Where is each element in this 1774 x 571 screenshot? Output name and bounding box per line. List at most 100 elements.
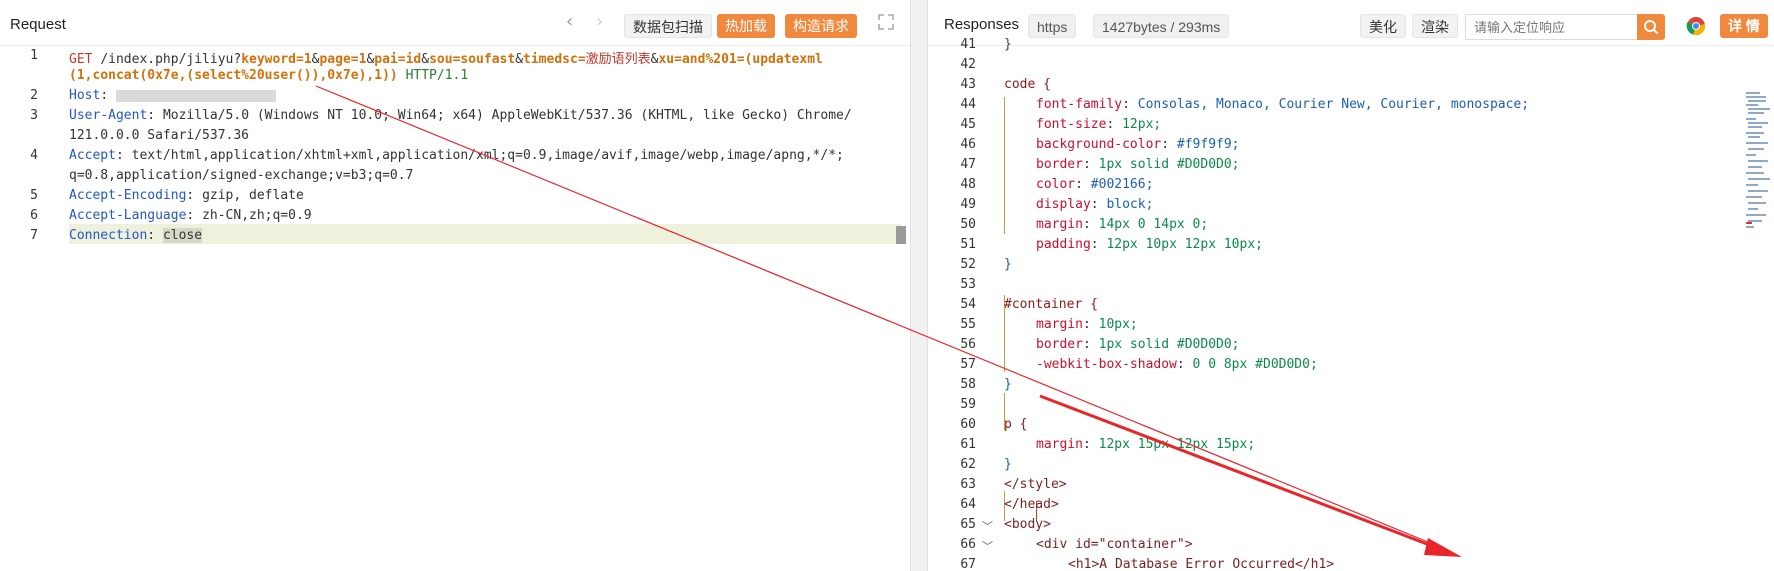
param-value: and%201=(updatexml bbox=[681, 52, 823, 67]
line-number: 5 bbox=[30, 188, 38, 203]
line-number: 4 bbox=[30, 148, 38, 163]
redacted-host bbox=[115, 89, 276, 102]
css-declaration: -webkit-box-shadow: 0 0 8px #D0D0D0; bbox=[1036, 357, 1318, 372]
code-line: <div id="container"> bbox=[1036, 537, 1193, 552]
line-number: 2 bbox=[30, 88, 38, 103]
back-icon[interactable]: ‹ bbox=[566, 13, 573, 31]
line-number: 48 bbox=[960, 177, 976, 192]
line-number: 1 bbox=[30, 48, 38, 63]
line-number: 59 bbox=[960, 397, 976, 412]
fold-chevron-icon[interactable]: ﹀ bbox=[982, 538, 993, 554]
param-key: keyword bbox=[241, 52, 296, 67]
request-line: GET /index.php/jiliyu?keyword=1&page=1&p… bbox=[69, 52, 823, 67]
css-property: color bbox=[1036, 177, 1076, 192]
line-number: 64 bbox=[960, 497, 976, 512]
param-key: pai bbox=[374, 52, 398, 67]
css-declaration: font-family: Consolas, Monaco, Courier N… bbox=[1036, 97, 1530, 112]
css-declaration: font-size: 12px; bbox=[1036, 117, 1162, 132]
line-number: 66 bbox=[960, 537, 976, 552]
css-value: 12px 15px 12px 15px; bbox=[1098, 437, 1256, 452]
code-line: } bbox=[1004, 257, 1012, 272]
header-value: zh-CN,zh;q=0.9 bbox=[202, 208, 312, 223]
pane-splitter[interactable] bbox=[910, 0, 928, 571]
build-request-button[interactable]: 构造请求 bbox=[785, 14, 857, 38]
css-property: background-color bbox=[1036, 137, 1162, 152]
code-minimap[interactable] bbox=[1746, 92, 1770, 252]
line-number: 49 bbox=[960, 197, 976, 212]
css-property: margin bbox=[1036, 317, 1083, 332]
header-value-continued: 121.0.0.0 Safari/537.36 bbox=[69, 128, 250, 143]
response-title: Responses bbox=[944, 16, 1020, 33]
css-property: font-size bbox=[1036, 117, 1107, 132]
css-value: 1px solid #D0D0D0; bbox=[1098, 157, 1240, 172]
header-user-agent: User-Agent: Mozilla/5.0 (Windows NT 10.0… bbox=[69, 108, 852, 123]
line-number: 3 bbox=[30, 108, 38, 123]
line-number: 54 bbox=[960, 297, 976, 312]
param-value: soufast bbox=[460, 52, 516, 67]
css-declaration: padding: 12px 10px 12px 10px; bbox=[1036, 237, 1263, 252]
request-path: /index.php/jiliyu? bbox=[100, 52, 242, 67]
editor-scroll-thumb[interactable] bbox=[896, 226, 906, 244]
header-name: Host bbox=[69, 88, 101, 103]
css-value: Consolas, Monaco, Courier New, Courier, … bbox=[1137, 97, 1530, 112]
line-number: 55 bbox=[960, 317, 976, 332]
beautify-button[interactable]: 美化 bbox=[1360, 14, 1406, 38]
code-line: <body> bbox=[1004, 517, 1051, 532]
css-property: border bbox=[1036, 337, 1083, 352]
css-selector: #container { bbox=[1004, 297, 1098, 312]
css-selector: code { bbox=[1004, 77, 1051, 92]
css-declaration: border: 1px solid #D0D0D0; bbox=[1036, 337, 1240, 352]
expand-icon[interactable] bbox=[878, 14, 894, 30]
css-value: 12px; bbox=[1122, 117, 1162, 132]
search-button[interactable] bbox=[1637, 14, 1665, 40]
request-editor[interactable]: 1 GET /index.php/jiliyu?keyword=1&page=1… bbox=[0, 46, 910, 571]
header-continued: 121.0.0.0 Safari/537.36 bbox=[69, 128, 249, 143]
line-number: 56 bbox=[960, 337, 976, 352]
line-number: 61 bbox=[960, 437, 976, 452]
header-value: Mozilla/5.0 (Windows NT 10.0; Win64; x64… bbox=[162, 108, 852, 123]
http-method: GET bbox=[69, 52, 93, 67]
css-property: font-family bbox=[1036, 97, 1123, 112]
code-line: } bbox=[1004, 377, 1012, 392]
line-number: 47 bbox=[960, 157, 976, 172]
line-number: 46 bbox=[960, 137, 976, 152]
locate-response-input[interactable] bbox=[1465, 14, 1637, 40]
search-icon bbox=[1644, 20, 1659, 35]
detail-button[interactable]: 详 情 bbox=[1720, 14, 1768, 38]
css-declaration: margin: 10px; bbox=[1036, 317, 1138, 332]
header-value: close bbox=[162, 228, 203, 243]
line-number: 52 bbox=[960, 257, 976, 272]
line-number: 63 bbox=[960, 477, 976, 492]
code-line: } bbox=[1004, 37, 1012, 52]
line-number: 53 bbox=[960, 277, 976, 292]
line-number: 65 bbox=[960, 517, 976, 532]
css-value: 0 0 8px #D0D0D0; bbox=[1192, 357, 1318, 372]
render-button[interactable]: 渲染 bbox=[1412, 14, 1458, 38]
line-number: 62 bbox=[960, 457, 976, 472]
header-value-continued: q=0.8,application/signed-exchange;v=b3;q… bbox=[69, 168, 414, 183]
param-key: sou bbox=[429, 52, 453, 67]
line-number: 50 bbox=[960, 217, 976, 232]
header-accept: Accept: text/html,application/xhtml+xml,… bbox=[69, 148, 844, 163]
header-accept-encoding: Accept-Encoding: gzip, deflate bbox=[69, 188, 304, 203]
line-number: 43 bbox=[960, 77, 976, 92]
response-editor[interactable]: 41 } 42 43 code { 44 font-family: Consol… bbox=[928, 37, 1774, 571]
packet-scan-button[interactable]: 数据包扫描 bbox=[624, 14, 712, 38]
line-number: 41 bbox=[960, 37, 976, 52]
css-property: margin bbox=[1036, 217, 1083, 232]
chrome-icon[interactable] bbox=[1686, 16, 1706, 36]
css-declaration: margin: 12px 15px 12px 15px; bbox=[1036, 437, 1256, 452]
line-number: 7 bbox=[30, 228, 38, 243]
payload-continued: (1,concat(0x7e,(select%20user()),0x7e),1… bbox=[69, 68, 398, 83]
css-value: #002166; bbox=[1090, 177, 1154, 192]
param-value: id bbox=[405, 52, 422, 67]
css-value: #f9f9f9; bbox=[1176, 137, 1240, 152]
hot-load-button[interactable]: 热加载 bbox=[717, 14, 775, 38]
css-value: block; bbox=[1106, 197, 1154, 212]
forward-icon[interactable]: › bbox=[596, 13, 603, 31]
fold-chevron-icon[interactable]: ﹀ bbox=[982, 518, 993, 534]
param-key: timedsc bbox=[523, 52, 578, 67]
indent-guide bbox=[1004, 97, 1005, 234]
css-declaration: background-color: #f9f9f9; bbox=[1036, 137, 1240, 152]
line-number: 6 bbox=[30, 208, 38, 223]
